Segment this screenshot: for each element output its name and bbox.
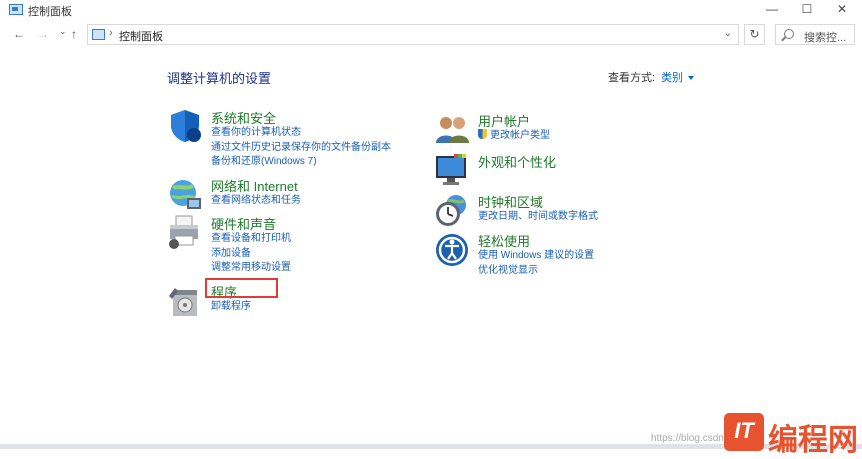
address-dropdown-icon[interactable]: ⌄: [724, 28, 732, 39]
view-by-caret-icon[interactable]: [688, 76, 695, 81]
link-mobility-settings[interactable]: 调整常用移动设置: [211, 261, 291, 276]
refresh-button[interactable]: ↻: [744, 24, 765, 45]
logo-brand: 编程网: [768, 423, 858, 458]
network-globe-icon: [170, 180, 201, 209]
link-file-history[interactable]: 通过文件历史记录保存你的文件备份副本: [211, 141, 391, 156]
search-icon: [784, 29, 794, 39]
minimize-button[interactable]: —: [757, 0, 787, 20]
link-view-computer-status[interactable]: 查看你的计算机状态: [211, 126, 391, 141]
link-add-device[interactable]: 添加设备: [211, 247, 291, 262]
category-title-hardware-sound[interactable]: 硬件和声音: [211, 214, 276, 233]
view-by: 查看方式: 类别: [608, 69, 695, 85]
link-network-status[interactable]: 查看网络状态和任务: [211, 194, 301, 209]
link-uninstall-program[interactable]: 卸载程序: [211, 300, 251, 315]
link-change-account-type[interactable]: 更改帐户类型: [490, 130, 550, 141]
link-devices-printers[interactable]: 查看设备和打印机: [211, 232, 291, 247]
breadcrumb[interactable]: 控制面板: [119, 28, 163, 44]
shield-icon: [171, 110, 201, 142]
category-title-network-internet[interactable]: 网络和 Internet: [211, 176, 298, 195]
watermark-url: https://blog.csdn.: [651, 433, 727, 444]
link-row-account-type: 更改帐户类型: [478, 129, 550, 144]
search-input[interactable]: 搜索控...: [775, 24, 855, 45]
monitor-icon: [436, 154, 466, 185]
category-title-system-security[interactable]: 系统和安全: [211, 108, 276, 127]
view-by-label: 查看方式:: [608, 72, 656, 84]
maximize-button[interactable]: ☐: [792, 0, 822, 20]
back-arrow-icon[interactable]: ←: [13, 27, 25, 41]
forward-arrow-icon[interactable]: →: [37, 27, 49, 41]
link-backup-restore[interactable]: 备份和还原(Windows 7): [211, 155, 391, 170]
recent-locations-chevron-icon[interactable]: ⌄: [59, 26, 67, 37]
link-date-time-format[interactable]: 更改日期、时间或数字格式: [478, 210, 598, 225]
accessibility-icon: [436, 234, 468, 266]
search-placeholder: 搜索控...: [804, 32, 847, 44]
users-icon: [436, 117, 469, 143]
clock-globe-icon: [436, 195, 466, 226]
programs-box-icon: [169, 288, 197, 316]
programs-highlight-box: [205, 278, 278, 298]
close-button[interactable]: ✕: [827, 0, 857, 20]
link-optimize-visual[interactable]: 优化视觉显示: [478, 264, 594, 279]
title-bar: 控制面板 — ☐ ✕: [0, 0, 862, 20]
category-title-user-accounts[interactable]: 用户帐户: [478, 111, 530, 130]
uac-shield-icon: [478, 129, 487, 139]
control-panel-icon: [92, 29, 105, 40]
address-bar-row: ← → ⌄ ↑ › 控制面板 ⌄ ↻ 搜索控...: [0, 22, 862, 48]
breadcrumb-separator-icon: ›: [109, 27, 113, 39]
category-title-appearance[interactable]: 外观和个性化: [478, 152, 556, 171]
control-panel-app-icon: [9, 4, 23, 15]
view-by-dropdown[interactable]: 类别: [661, 72, 683, 84]
printer-icon: [169, 215, 198, 249]
address-field[interactable]: › 控制面板 ⌄: [87, 24, 739, 45]
link-recommended-settings[interactable]: 使用 Windows 建议的设置: [478, 249, 594, 264]
up-arrow-icon[interactable]: ↑: [71, 27, 77, 41]
window-title: 控制面板: [28, 6, 72, 18]
category-title-ease-of-access[interactable]: 轻松使用: [478, 231, 530, 250]
page-title: 调整计算机的设置: [167, 71, 272, 86]
category-title-clock-region[interactable]: 时钟和区域: [478, 192, 543, 211]
logo-mark: IT: [724, 413, 764, 451]
